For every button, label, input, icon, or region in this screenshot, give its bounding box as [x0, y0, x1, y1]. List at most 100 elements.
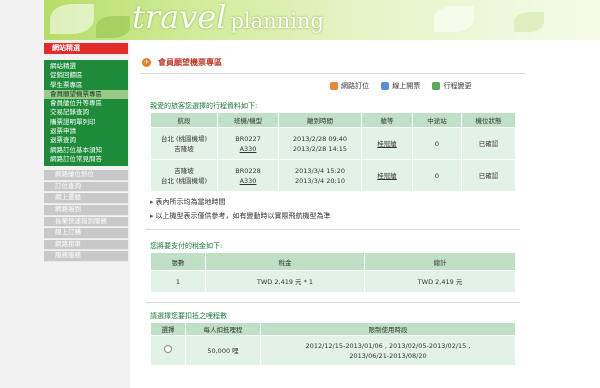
sidebar-item-active[interactable]: 會員願望機票專區 [44, 89, 128, 100]
leaf-decoration [96, 16, 130, 38]
origin: 台北 (桃園機場) [160, 134, 208, 143]
itinerary-table: 航段 班機/機型 離到時間 艙等 中途站 機位狀態 台北 (桃園機場) 吉隆坡 B… [150, 112, 516, 192]
sidebar-secondary-menu: 網路艙位熱位 訂位查詢 網上選艙 網路報到 長榮快速報到服務 線上訂購 網路租車… [44, 170, 128, 262]
sidebar-item[interactable]: 退票查詢 [44, 136, 128, 145]
flight-cell: BR0227 A330 [217, 127, 279, 160]
sidebar-secondary-item[interactable]: 訂位查詢 [44, 181, 128, 193]
tax-amount: TWD 2,419 元 * 1 [205, 270, 365, 293]
page-title: 會員願望機票專區 [158, 58, 222, 67]
cabin-cell: 桂冠艙 [361, 127, 413, 160]
action-change-label: 行程變更 [443, 82, 472, 90]
time-cell: 2013/3/4 15:20 2013/3/4 20:10 [278, 159, 362, 192]
departure-time: 2013/2/28 09:40 [292, 134, 348, 143]
col-header: 機位狀態 [461, 112, 516, 128]
col-header: 航段 [150, 112, 218, 128]
flight-number: BR0228 [235, 166, 261, 175]
sidebar-item[interactable]: 學生票專區 [44, 81, 128, 90]
origin: 吉隆坡 [174, 166, 194, 175]
booking-icon [330, 82, 338, 90]
action-change[interactable]: 行程變更 [432, 81, 471, 91]
table-row: 吉隆坡 台北 (桃園機場) BR0228 A330 2013/3/4 15:20 20… [150, 159, 516, 192]
destination: 台北 (桃園機場) [160, 176, 208, 185]
departure-time: 2013/3/4 15:20 [295, 166, 345, 175]
ticketing-icon [381, 82, 390, 90]
col-header: 離到時間 [278, 112, 362, 128]
col-header: 稅金 [205, 252, 365, 271]
note-local-time: 表內所示均為當地時間 [150, 197, 226, 207]
page-title-row: ✈ 會員願望機票專區 [140, 55, 525, 70]
sidebar-secondary-item[interactable]: 線上訂購 [44, 228, 128, 239]
sidebar-item[interactable]: 促銷回饋區 [44, 71, 128, 80]
col-header: 選擇 [150, 322, 186, 336]
sidebar-item[interactable]: 交易記錄查詢 [44, 108, 128, 117]
table-row: 1 TWD 2,419 元 * 1 TWD 2,419 元 [150, 270, 516, 293]
sidebar-secondary-item[interactable]: 長榮快速報到服務 [44, 216, 128, 228]
divider [146, 302, 520, 303]
change-itinerary-icon [432, 82, 441, 90]
sidebar-secondary-item[interactable]: 網路報到 [44, 205, 128, 216]
arrival-time: 2013/3/4 20:10 [295, 176, 345, 185]
taxes-caption: 您將要支付的稅金如下: [150, 242, 223, 250]
divider [146, 229, 520, 230]
route-cell: 台北 (桃園機場) 吉隆坡 [150, 127, 218, 160]
sidebar-item[interactable]: 網路訂位常見問答 [44, 155, 128, 164]
taxes-table: 張數 稅金 總計 1 TWD 2,419 元 * 1 TWD 2,419 元 [150, 252, 516, 293]
action-ticketing-label: 線上開票 [392, 82, 421, 90]
col-header: 張數 [150, 252, 206, 271]
miles-table: 選擇 每人扣抵哩程 限制使用時段 50,000 哩 2012/12/15-201… [150, 322, 516, 366]
aircraft-link[interactable]: A330 [240, 177, 257, 185]
leaf-decoration [514, 12, 544, 32]
col-header: 每人扣抵哩程 [185, 322, 261, 336]
cabin-link[interactable]: 桂冠艙 [377, 172, 397, 180]
sidebar-secondary-item[interactable]: 服務服務 [44, 251, 128, 262]
col-header: 總計 [364, 252, 516, 271]
select-cell [150, 335, 186, 366]
cabin-link[interactable]: 桂冠艙 [377, 140, 397, 148]
table-header-row: 航段 班機/機型 離到時間 艙等 中途站 機位狀態 [150, 112, 516, 128]
sidebar: 網站精選 網站精選 促銷回饋區 學生票專區 會員願望機票專區 會員艙位升等專區 … [44, 43, 128, 263]
period-line: 2012/12/15-2013/01/06 , 2013/02/05-2013/… [305, 341, 471, 350]
airplane-icon: ✈ [142, 58, 151, 67]
stops-cell: 0 [412, 159, 462, 192]
action-links: 網路訂位 線上開票 行程變更 [330, 81, 481, 91]
aircraft-link[interactable]: A330 [240, 145, 257, 153]
miles-amount: 50,000 哩 [185, 335, 261, 366]
leaf-decoration [50, 4, 94, 34]
note-aircraft: 以上機型表示僅供參考，如有變動時以實際飛航機型為準 [150, 211, 331, 221]
col-header: 限制使用時段 [260, 322, 516, 336]
mileage-radio[interactable] [164, 345, 172, 353]
table-header-row: 選擇 每人扣抵哩程 限制使用時段 [150, 322, 516, 336]
sidebar-menu: 網站精選 促銷回饋區 學生票專區 會員願望機票專區 會員艙位升等專區 交易記錄查… [44, 60, 128, 167]
sidebar-item[interactable]: 購票證明單列印 [44, 118, 128, 127]
flight-number: BR0227 [235, 134, 261, 143]
sidebar-secondary-item[interactable]: 網路艙位熱位 [44, 170, 128, 181]
period-cell: 2012/12/15-2013/01/06 , 2013/02/05-2013/… [260, 335, 516, 366]
sidebar-header[interactable]: 網站精選 [44, 43, 128, 54]
sidebar-secondary-item[interactable]: 網路租車 [44, 239, 128, 251]
period-line: 2013/06/21-2013/08/20 [349, 351, 427, 360]
route-cell: 吉隆坡 台北 (桃園機場) [150, 159, 218, 192]
sidebar-item[interactable]: 網路訂位基本須知 [44, 146, 128, 155]
status-cell: 已確認 [461, 127, 516, 160]
cabin-cell: 桂冠艙 [361, 159, 413, 192]
divider [140, 73, 525, 74]
col-header: 中途站 [412, 112, 462, 128]
action-ticketing[interactable]: 線上開票 [381, 81, 420, 91]
destination: 吉隆坡 [174, 144, 194, 153]
sidebar-item[interactable]: 網站精選 [44, 62, 128, 71]
table-row: 台北 (桃園機場) 吉隆坡 BR0227 A330 2013/2/28 09:40 2… [150, 127, 516, 160]
action-booking-label: 網路訂位 [341, 82, 369, 90]
time-cell: 2013/2/28 09:40 2013/2/28 14:15 [278, 127, 362, 160]
table-header-row: 張數 稅金 總計 [150, 252, 516, 271]
flight-cell: BR0228 A330 [217, 159, 279, 192]
ticket-count: 1 [150, 270, 206, 293]
arrival-time: 2013/2/28 14:15 [292, 144, 348, 153]
brand-logo: travel planning [132, 0, 324, 36]
sidebar-secondary-item[interactable]: 網上選艙 [44, 193, 128, 204]
miles-caption: 請選擇您要扣抵之哩程數 [150, 312, 227, 320]
sidebar-item[interactable]: 退票申請 [44, 127, 128, 136]
action-booking[interactable]: 網路訂位 [330, 81, 369, 91]
itinerary-caption: 親愛的旅客您選擇的行程資料如下: [150, 102, 258, 110]
page-header: ✈ 會員願望機票專區 [140, 55, 525, 70]
total-amount: TWD 2,419 元 [364, 270, 516, 293]
